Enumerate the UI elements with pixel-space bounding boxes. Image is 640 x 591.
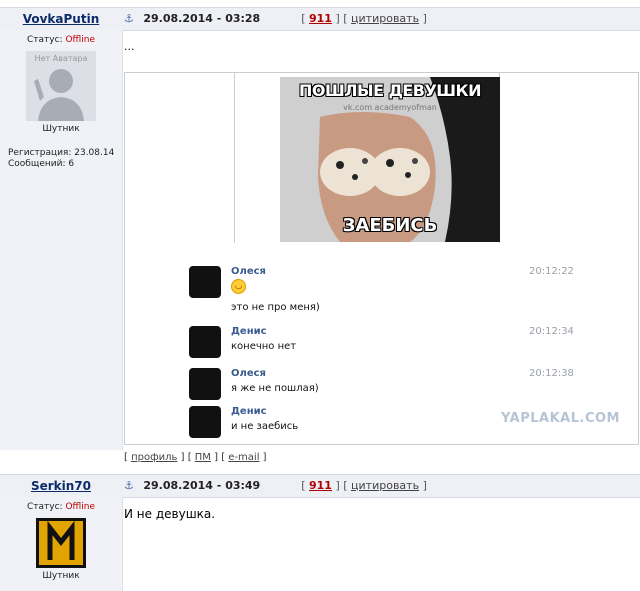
smile-emoji-icon: ◡ (231, 279, 246, 294)
message-count: Сообщений: 6 (8, 159, 75, 169)
chat-message: Денис 20:12:34 конечно нет (189, 326, 589, 358)
no-avatar-icon: Нет Аватара (26, 51, 96, 121)
registration-date: Регистрация: 23.08.14 (8, 148, 115, 158)
post-header: Serkin70 ⚓ 29.08.2014 - 03:49 [ 911 ] [ … (0, 474, 640, 498)
post-meta: ⚓ 29.08.2014 - 03:49 [ 911 ] [ цитироват… (124, 479, 427, 492)
user-sidebar: Статус: Offline Шутник (0, 497, 123, 591)
anchor-icon[interactable]: ⚓ (124, 479, 134, 492)
profile-links: [ профиль ] [ ПМ ] [ e-mail ] (124, 452, 267, 463)
author-link[interactable]: Serkin70 (31, 479, 91, 493)
post-meta: ⚓ 29.08.2014 - 03:28 [ 911 ] [ цитироват… (124, 12, 427, 25)
chat-time: 20:12:34 (529, 326, 574, 337)
chat-avatar (189, 368, 221, 400)
user-rank: Шутник (42, 124, 80, 134)
chat-text: я же не пошлая) (231, 383, 319, 394)
chat-message: Олеся 20:12:22 ◡ это не про меня) (189, 266, 589, 313)
post-number-link[interactable]: 911 (309, 12, 332, 25)
user-sidebar: Статус: Offline Нет Аватара Шутник Регис… (0, 30, 123, 450)
status-offline: Offline (65, 502, 95, 512)
chat-avatar (189, 326, 221, 358)
post-date: 29.08.2014 - 03:49 (143, 479, 261, 492)
user-status: Статус: Offline (27, 502, 95, 512)
post-header: VovkaPutin ⚓ 29.08.2014 - 03:28 [ 911 ] … (0, 7, 640, 31)
chat-avatar (189, 406, 221, 438)
avatar (36, 518, 86, 568)
meme-bottom-text: ЗАЕБИСЬ (342, 215, 438, 236)
user-status: Статус: Offline (27, 35, 95, 45)
chat-name: Олеся (231, 368, 266, 379)
chat-name: Олеся (231, 266, 266, 277)
chat-message: Олеся 20:12:38 я же не пошлая) (189, 368, 589, 400)
meme-title: ПОШЛЫЕ ДЕВУШКИ (298, 81, 482, 100)
chat-time: 20:12:38 (529, 368, 574, 379)
post-image: ПОШЛЫЕ ДЕВУШКИ vk.com academyofman ЗАЕБИ… (124, 72, 639, 445)
chat-avatar (189, 266, 221, 298)
anchor-icon[interactable]: ⚓ (124, 12, 134, 25)
chat-text: это не про меня) (231, 302, 320, 313)
chat-name: Денис (231, 326, 267, 337)
chat-time: 20:12:22 (529, 266, 574, 277)
watermark: YAPLAKAL.COM (501, 411, 620, 426)
post-text: И не девушка. (124, 507, 216, 521)
avatar: Нет Аватара (26, 51, 96, 121)
pm-link[interactable]: ПМ (195, 452, 211, 463)
email-link[interactable]: e-mail (228, 452, 259, 463)
rune-avatar-icon (36, 518, 86, 568)
meme-picture: ПОШЛЫЕ ДЕВУШКИ vk.com academyofman ЗАЕБИ… (280, 77, 500, 242)
profile-link[interactable]: профиль (131, 452, 177, 463)
meme-subtitle: vk.com academyofman (343, 103, 437, 112)
quote-link[interactable]: цитировать (351, 479, 419, 492)
chat-text: конечно нет (231, 341, 297, 352)
chat-name: Денис (231, 406, 267, 417)
post-author: Serkin70 (0, 475, 122, 497)
post-text: ... (124, 40, 135, 53)
chat-text: и не заебись (231, 421, 299, 432)
post-date: 29.08.2014 - 03:28 (143, 12, 261, 25)
status-offline: Offline (65, 35, 95, 45)
author-link[interactable]: VovkaPutin (23, 12, 100, 26)
user-rank: Шутник (42, 571, 80, 581)
post-author: VovkaPutin (0, 8, 122, 30)
no-avatar-label: Нет Аватара (35, 54, 88, 63)
post-number-link[interactable]: 911 (309, 479, 332, 492)
quote-link[interactable]: цитировать (351, 12, 419, 25)
user-info: Регистрация: 23.08.14 Сообщений: 6 (8, 148, 122, 170)
